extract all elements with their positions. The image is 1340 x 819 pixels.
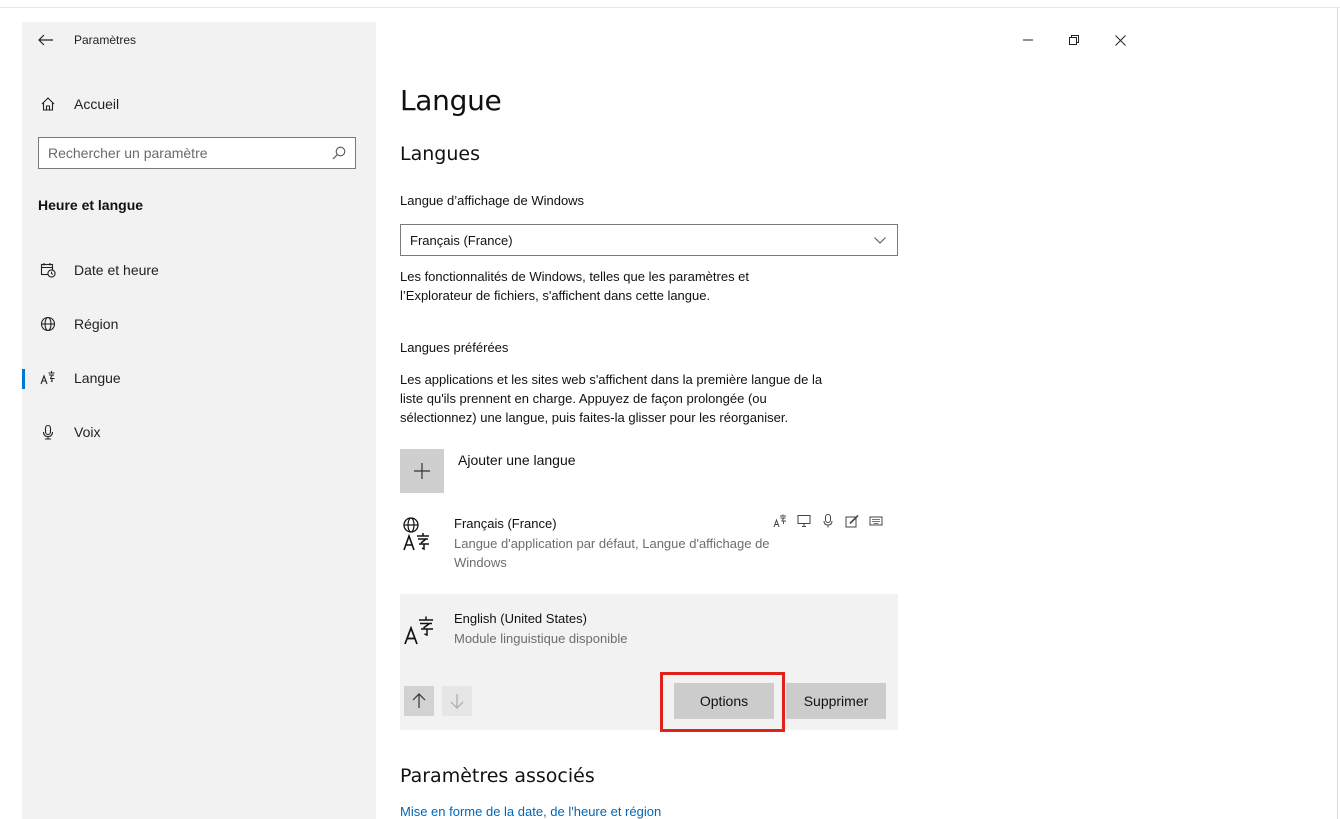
arrow-up-icon bbox=[412, 693, 426, 708]
related-settings-heading: Paramètres associés bbox=[400, 765, 595, 787]
selection-indicator bbox=[22, 423, 25, 443]
display-language-label: Langue d’affichage de Windows bbox=[400, 193, 585, 208]
add-language-label: Ajouter une langue bbox=[458, 452, 576, 468]
language-glyph-icon bbox=[402, 516, 438, 557]
search-input[interactable]: Rechercher un paramètre bbox=[38, 137, 356, 169]
calendar-clock-icon bbox=[22, 262, 74, 278]
titlebar: Paramètres bbox=[22, 22, 136, 58]
page-title: Langue bbox=[400, 84, 502, 117]
sidebar-item-voice[interactable]: Voix bbox=[22, 414, 376, 450]
move-down-button bbox=[442, 686, 472, 716]
sidebar-item-label: Date et heure bbox=[74, 262, 159, 278]
search-icon[interactable] bbox=[323, 146, 355, 160]
window-right-edge bbox=[1337, 8, 1338, 819]
preferred-languages-description: Les applications et les sites web s'affi… bbox=[400, 370, 900, 427]
selection-indicator bbox=[22, 261, 25, 281]
back-button[interactable] bbox=[22, 22, 70, 58]
nav-home[interactable]: Accueil bbox=[22, 86, 376, 122]
language-item-english[interactable]: English (United States) Module linguisti… bbox=[400, 594, 898, 730]
language-subtitle-line: Windows bbox=[454, 555, 507, 570]
settings-window: Paramètres Accueil Rechercher un paramèt… bbox=[0, 0, 1340, 819]
selection-indicator bbox=[22, 315, 25, 335]
description-line: l’Explorateur de fichiers, s'affichent d… bbox=[400, 288, 711, 303]
plus-icon bbox=[400, 449, 444, 493]
sidebar-item-label: Région bbox=[74, 316, 119, 332]
sidebar-item-region[interactable]: Région bbox=[22, 306, 376, 342]
description-line: liste qu'ils prennent en charge. Appuyez… bbox=[400, 391, 767, 406]
minimize-icon bbox=[1023, 39, 1033, 41]
language-icon bbox=[22, 370, 74, 386]
display-language-dropdown[interactable]: Français (France) bbox=[400, 224, 898, 256]
sidebar-item-language[interactable]: Langue bbox=[22, 360, 376, 396]
date-time-region-link[interactable]: Mise en forme de la date, de l'heure et … bbox=[400, 804, 661, 819]
close-icon bbox=[1114, 34, 1126, 46]
language-name: Français (France) bbox=[454, 516, 557, 531]
sidebar-item-label: Langue bbox=[74, 370, 121, 386]
close-button[interactable] bbox=[1097, 22, 1143, 58]
arrow-down-icon bbox=[450, 694, 464, 709]
chevron-down-icon bbox=[863, 236, 897, 244]
language-subtitle: Langue d'application par défaut, Langue … bbox=[454, 534, 854, 572]
restore-icon bbox=[1069, 35, 1079, 45]
window-controls bbox=[1005, 22, 1143, 58]
language-glyph-icon bbox=[404, 614, 438, 651]
sidebar-item-date-time[interactable]: Date et heure bbox=[22, 252, 376, 288]
search-placeholder: Rechercher un paramètre bbox=[48, 145, 208, 161]
language-subtitle-line: Langue d'application par défaut, Langue … bbox=[454, 536, 770, 551]
language-name: English (United States) bbox=[454, 611, 587, 626]
sidebar: Paramètres Accueil Rechercher un paramèt… bbox=[22, 22, 376, 819]
language-pack-icon bbox=[770, 513, 790, 529]
languages-heading: Langues bbox=[400, 143, 480, 165]
move-up-button[interactable] bbox=[404, 686, 434, 716]
keyboard-icon bbox=[866, 513, 886, 529]
display-icon bbox=[794, 513, 814, 529]
section-title: Heure et langue bbox=[38, 197, 144, 213]
microphone-icon bbox=[818, 513, 838, 529]
sidebar-item-label: Voix bbox=[74, 424, 101, 440]
handwriting-icon bbox=[842, 513, 862, 529]
description-line: sélectionnez) une langue, puis faites-la… bbox=[400, 410, 789, 425]
restore-button[interactable] bbox=[1051, 22, 1097, 58]
description-line: Les applications et les sites web s'affi… bbox=[400, 372, 823, 387]
display-language-value: Français (France) bbox=[410, 232, 513, 248]
remove-button[interactable]: Supprimer bbox=[786, 683, 886, 719]
window-top-edge bbox=[0, 0, 1340, 8]
back-arrow-icon bbox=[38, 34, 53, 46]
app-title: Paramètres bbox=[74, 33, 137, 47]
minimize-button[interactable] bbox=[1005, 22, 1051, 58]
selection-indicator bbox=[22, 369, 25, 389]
microphone-icon bbox=[22, 424, 74, 440]
highlight-box bbox=[660, 672, 785, 732]
description-line: Les fonctionnalités de Windows, telles q… bbox=[400, 269, 750, 284]
nav-home-label: Accueil bbox=[74, 96, 120, 112]
add-language-button[interactable]: Ajouter une langue bbox=[400, 449, 576, 493]
preferred-languages-label: Langues préférées bbox=[400, 340, 509, 355]
language-feature-icons bbox=[770, 513, 886, 529]
language-subtitle: Module linguistique disponible bbox=[454, 631, 628, 646]
globe-icon bbox=[22, 316, 74, 332]
home-icon bbox=[22, 96, 74, 112]
language-item-french[interactable]: Français (France) Langue d'application p… bbox=[400, 506, 898, 588]
display-language-description: Les fonctionnalités de Windows, telles q… bbox=[400, 267, 900, 305]
